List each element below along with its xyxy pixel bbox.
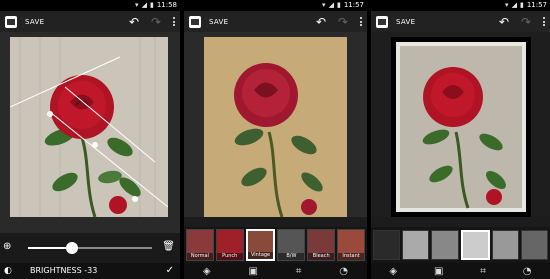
filter-thumb-bleach[interactable]: Bleach [307,229,336,261]
filter-thumb-punch[interactable]: Punch [215,229,244,261]
wifi-icon: ▾ [505,1,509,9]
adjustment-label: BRIGHTNESS -33 [30,266,98,275]
photo-canvas[interactable] [0,32,180,233]
signal-icon: ◢ [141,1,147,9]
filter-label: Instant [338,253,364,260]
add-point-icon[interactable]: ⊕ [3,241,11,252]
border-thumb[interactable] [431,230,459,260]
adjust-icon[interactable]: ◔ [523,266,532,277]
adjustment-label-bar: ◐ BRIGHTNESS -33 ✓ [0,263,180,279]
redo-icon[interactable]: ↷ [337,16,349,28]
filter-strip: Normal Punch Vintage B/W Bleach Instant [184,227,367,263]
filter-thumb-normal[interactable]: Normal [186,229,214,261]
slider-thumb[interactable] [66,242,78,254]
filter-label: Punch [216,253,243,260]
border-strip [371,227,550,263]
photo-canvas[interactable] [371,32,550,217]
tool-bar: ◈ ▣ ⌗ ◔ [184,263,367,279]
save-button[interactable]: SAVE [25,18,44,26]
palette-icon[interactable]: ◐ [4,263,12,279]
borders-icon[interactable]: ▣ [248,266,257,277]
border-thumb[interactable] [402,230,430,260]
trash-icon[interactable]: 🗑 [162,241,175,252]
border-thumb[interactable] [491,230,519,260]
border-thumb-selected[interactable] [460,230,490,260]
photo[interactable] [204,37,347,217]
undo-icon[interactable]: ↶ [498,16,510,28]
effects-icon[interactable]: ◈ [389,266,397,277]
tool-bar: ◈ ▣ ⌗ ◔ [371,263,550,279]
status-time: 11:58 [156,1,177,9]
save-button[interactable]: SAVE [209,18,228,26]
app-logo-icon[interactable] [376,15,388,28]
filter-label: Vintage [247,252,274,259]
action-bar: SAVE ↶ ↷ [184,11,367,32]
border-thumb[interactable] [373,230,401,260]
wifi-icon: ▾ [135,1,139,9]
status-time: 11:57 [343,1,364,9]
status-bar: ▾ ◢ ▮ 11:58 [0,0,180,11]
overflow-menu-icon[interactable] [172,17,176,26]
save-button[interactable]: SAVE [396,18,415,26]
status-bar: ▾ ◢ ▮ 11:57 [371,0,550,11]
signal-icon: ◢ [328,1,334,9]
filter-label: B/W [278,253,305,260]
crop-icon[interactable]: ⌗ [480,266,486,277]
signal-icon: ◢ [511,1,517,9]
check-icon[interactable]: ✓ [166,263,174,279]
battery-icon: ▮ [336,1,341,9]
borders-icon[interactable]: ▣ [434,266,443,277]
photo-canvas[interactable] [184,32,367,217]
status-time: 11:57 [526,1,547,9]
filter-label: Bleach [308,253,335,260]
undo-icon[interactable]: ↶ [315,16,327,28]
screen-brightness: ▾ ◢ ▮ 11:58 SAVE ↶ ↷ ⊕ 🗑 ◐ BRIGHTNESS -3… [0,0,180,279]
app-logo-icon[interactable] [189,15,201,28]
brightness-slider-row: ⊕ 🗑 [0,233,180,263]
undo-icon[interactable]: ↶ [128,16,140,28]
photo[interactable] [10,37,168,217]
filter-thumb-vintage[interactable]: Vintage [245,229,276,261]
battery-icon: ▮ [519,1,524,9]
border-thumb[interactable] [520,230,549,260]
action-bar: SAVE ↶ ↷ [0,11,180,32]
filter-label: Normal [187,253,213,260]
wifi-icon: ▾ [322,1,326,9]
app-logo-icon[interactable] [5,15,17,28]
screen-borders: ▾ ◢ ▮ 11:57 SAVE ↶ ↷ ◈ ▣ ⌗ ◔ [371,0,550,279]
redo-icon[interactable]: ↷ [520,16,532,28]
photo[interactable] [391,37,531,217]
effects-icon[interactable]: ◈ [203,266,211,277]
overflow-menu-icon[interactable] [359,17,363,26]
overflow-menu-icon[interactable] [542,17,546,26]
action-bar: SAVE ↶ ↷ [371,11,550,32]
redo-icon[interactable]: ↷ [150,16,162,28]
screen-filters: ▾ ◢ ▮ 11:57 SAVE ↶ ↷ Normal Punch Vintag… [184,0,367,279]
filter-thumb-bw[interactable]: B/W [277,229,306,261]
battery-icon: ▮ [149,1,154,9]
filter-thumb-instant[interactable]: Instant [337,229,365,261]
adjust-icon[interactable]: ◔ [339,266,348,277]
crop-icon[interactable]: ⌗ [296,266,302,277]
status-bar: ▾ ◢ ▮ 11:57 [184,0,367,11]
